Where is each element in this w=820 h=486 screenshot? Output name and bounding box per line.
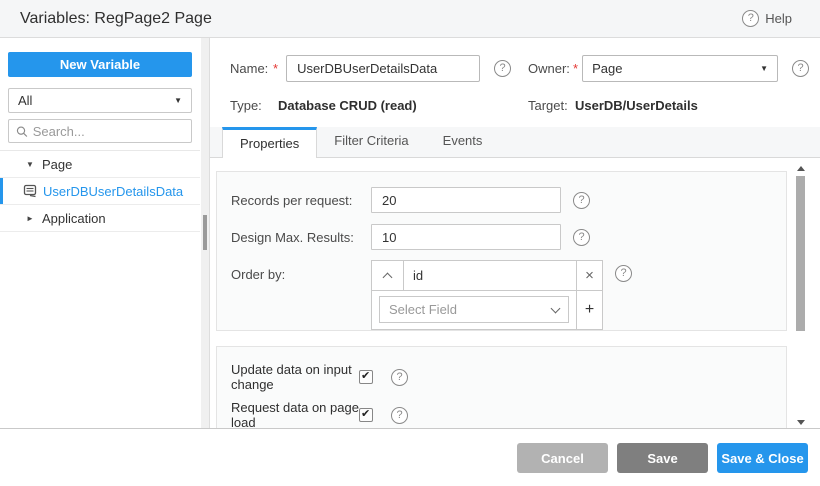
select-field-placeholder: Select Field xyxy=(389,302,457,317)
name-label: Name: xyxy=(230,61,270,76)
type-field-group: Type: Database CRUD (read) xyxy=(230,98,417,113)
owner-help-icon[interactable]: ? xyxy=(792,60,809,77)
detail-tabs: Properties Filter Criteria Events xyxy=(210,127,820,158)
target-value: UserDB/UserDetails xyxy=(575,98,698,113)
records-per-request-help-icon[interactable]: ? xyxy=(573,192,590,209)
caret-collapsed-icon: ► xyxy=(26,214,42,223)
target-field-group: Target: UserDB/UserDetails xyxy=(528,98,698,113)
page-title: Variables: RegPage2 Page xyxy=(20,10,212,28)
cancel-button[interactable]: Cancel xyxy=(517,443,608,473)
design-max-results-input[interactable] xyxy=(371,224,561,250)
required-marker: * xyxy=(273,61,278,76)
dialog-body: New Variable All ▼ ▼ Page xyxy=(0,38,820,429)
target-label: Target: xyxy=(528,98,575,113)
remove-order-by-button[interactable]: × xyxy=(576,261,602,290)
variables-tree: ▼ Page UserDBUserDetailsData ► Applicati… xyxy=(0,150,200,232)
tree-node-page[interactable]: ▼ Page xyxy=(0,151,200,178)
order-by-label: Order by: xyxy=(231,260,371,282)
select-field-wrap: Select Field xyxy=(372,291,576,329)
records-per-request-label: Records per request: xyxy=(231,193,371,208)
save-and-close-button[interactable]: Save & Close xyxy=(717,443,808,473)
caret-expanded-icon: ▼ xyxy=(26,160,42,169)
variable-filter-value: All xyxy=(18,93,32,108)
sort-direction-button[interactable] xyxy=(372,261,404,290)
help-question-icon: ? xyxy=(742,10,759,27)
search-input[interactable] xyxy=(33,124,184,139)
select-field-dropdown[interactable]: Select Field xyxy=(379,296,569,323)
tab-properties[interactable]: Properties xyxy=(222,127,317,158)
chevron-up-icon xyxy=(383,273,393,283)
design-max-results-help-icon[interactable]: ? xyxy=(573,229,590,246)
tree-node-label: UserDBUserDetailsData xyxy=(43,184,183,199)
update-on-input-change-help-icon[interactable]: ? xyxy=(391,369,408,386)
tree-node-label: Application xyxy=(42,211,106,226)
name-field-group: Name: * ? xyxy=(230,55,511,82)
owner-label: Owner: xyxy=(528,61,570,76)
variable-detail-pane: Name: * ? Owner: * Page ▼ ? Type: Databa… xyxy=(210,38,820,428)
owner-value: Page xyxy=(592,61,622,76)
sidebar-scrollbar-track[interactable] xyxy=(201,38,209,428)
behavior-settings-panel: Update data on input change ? Request da… xyxy=(216,346,787,428)
name-input[interactable] xyxy=(286,55,480,82)
order-by-help-icon[interactable]: ? xyxy=(615,265,632,282)
search-icon xyxy=(16,125,28,138)
design-max-results-row: Design Max. Results: ? xyxy=(231,224,776,250)
owner-field-group: Owner: * Page ▼ ? xyxy=(528,55,809,82)
update-on-input-change-label: Update data on input change xyxy=(231,362,359,392)
sidebar-scrollbar-thumb[interactable] xyxy=(203,215,207,250)
order-by-widget: id × Select Field + xyxy=(371,260,603,330)
caret-down-icon: ▼ xyxy=(760,64,768,73)
tab-filter-criteria[interactable]: Filter Criteria xyxy=(317,126,425,157)
request-on-page-load-row: Request data on page load ? xyxy=(231,400,776,428)
dialog-footer: Cancel Save Save & Close xyxy=(0,430,820,486)
order-by-add-row: Select Field + xyxy=(372,291,602,329)
tree-node-label: Page xyxy=(42,157,72,172)
update-on-input-change-row: Update data on input change ? xyxy=(231,362,776,392)
caret-down-icon: ▼ xyxy=(174,96,182,105)
tree-node-application[interactable]: ► Application xyxy=(0,205,200,232)
variables-sidebar: New Variable All ▼ ▼ Page xyxy=(0,38,210,428)
variable-filter-dropdown[interactable]: All ▼ xyxy=(8,88,192,113)
request-on-page-load-checkbox[interactable] xyxy=(359,408,373,422)
chevron-down-icon xyxy=(551,303,561,313)
database-variable-icon xyxy=(23,184,37,198)
type-value: Database CRUD (read) xyxy=(278,98,417,113)
help-label: Help xyxy=(765,11,792,26)
request-on-page-load-label: Request data on page load xyxy=(231,400,359,428)
owner-dropdown[interactable]: Page ▼ xyxy=(582,55,778,82)
new-variable-button[interactable]: New Variable xyxy=(8,52,192,77)
variable-search xyxy=(8,119,192,143)
content-scrollbar-thumb[interactable] xyxy=(796,176,805,331)
design-max-results-label: Design Max. Results: xyxy=(231,230,371,245)
request-on-page-load-help-icon[interactable]: ? xyxy=(391,407,408,424)
add-order-by-button[interactable]: + xyxy=(576,291,602,329)
required-marker: * xyxy=(573,61,578,76)
type-label: Type: xyxy=(230,98,278,113)
order-by-field-value[interactable]: id xyxy=(404,261,576,290)
content-scrollbar[interactable] xyxy=(796,162,805,428)
records-per-request-row: Records per request: ? xyxy=(231,187,776,213)
dialog-header: Variables: RegPage2 Page ? Help xyxy=(0,0,820,38)
save-button[interactable]: Save xyxy=(617,443,708,473)
name-help-icon[interactable]: ? xyxy=(494,60,511,77)
order-by-entry: id × xyxy=(372,261,602,291)
update-on-input-change-checkbox[interactable] xyxy=(359,370,373,384)
tree-node-userdbuserdetailsdata[interactable]: UserDBUserDetailsData xyxy=(0,178,200,205)
properties-tab-content: Records per request: ? Design Max. Resul… xyxy=(210,158,820,428)
tab-events[interactable]: Events xyxy=(426,126,500,157)
records-per-request-input[interactable] xyxy=(371,187,561,213)
scroll-up-arrow-icon[interactable] xyxy=(797,166,805,171)
order-by-row: Order by: id × Select Fie xyxy=(231,260,776,330)
scroll-down-arrow-icon[interactable] xyxy=(797,420,805,425)
help-button[interactable]: ? Help xyxy=(742,10,792,27)
request-settings-panel: Records per request: ? Design Max. Resul… xyxy=(216,171,787,331)
